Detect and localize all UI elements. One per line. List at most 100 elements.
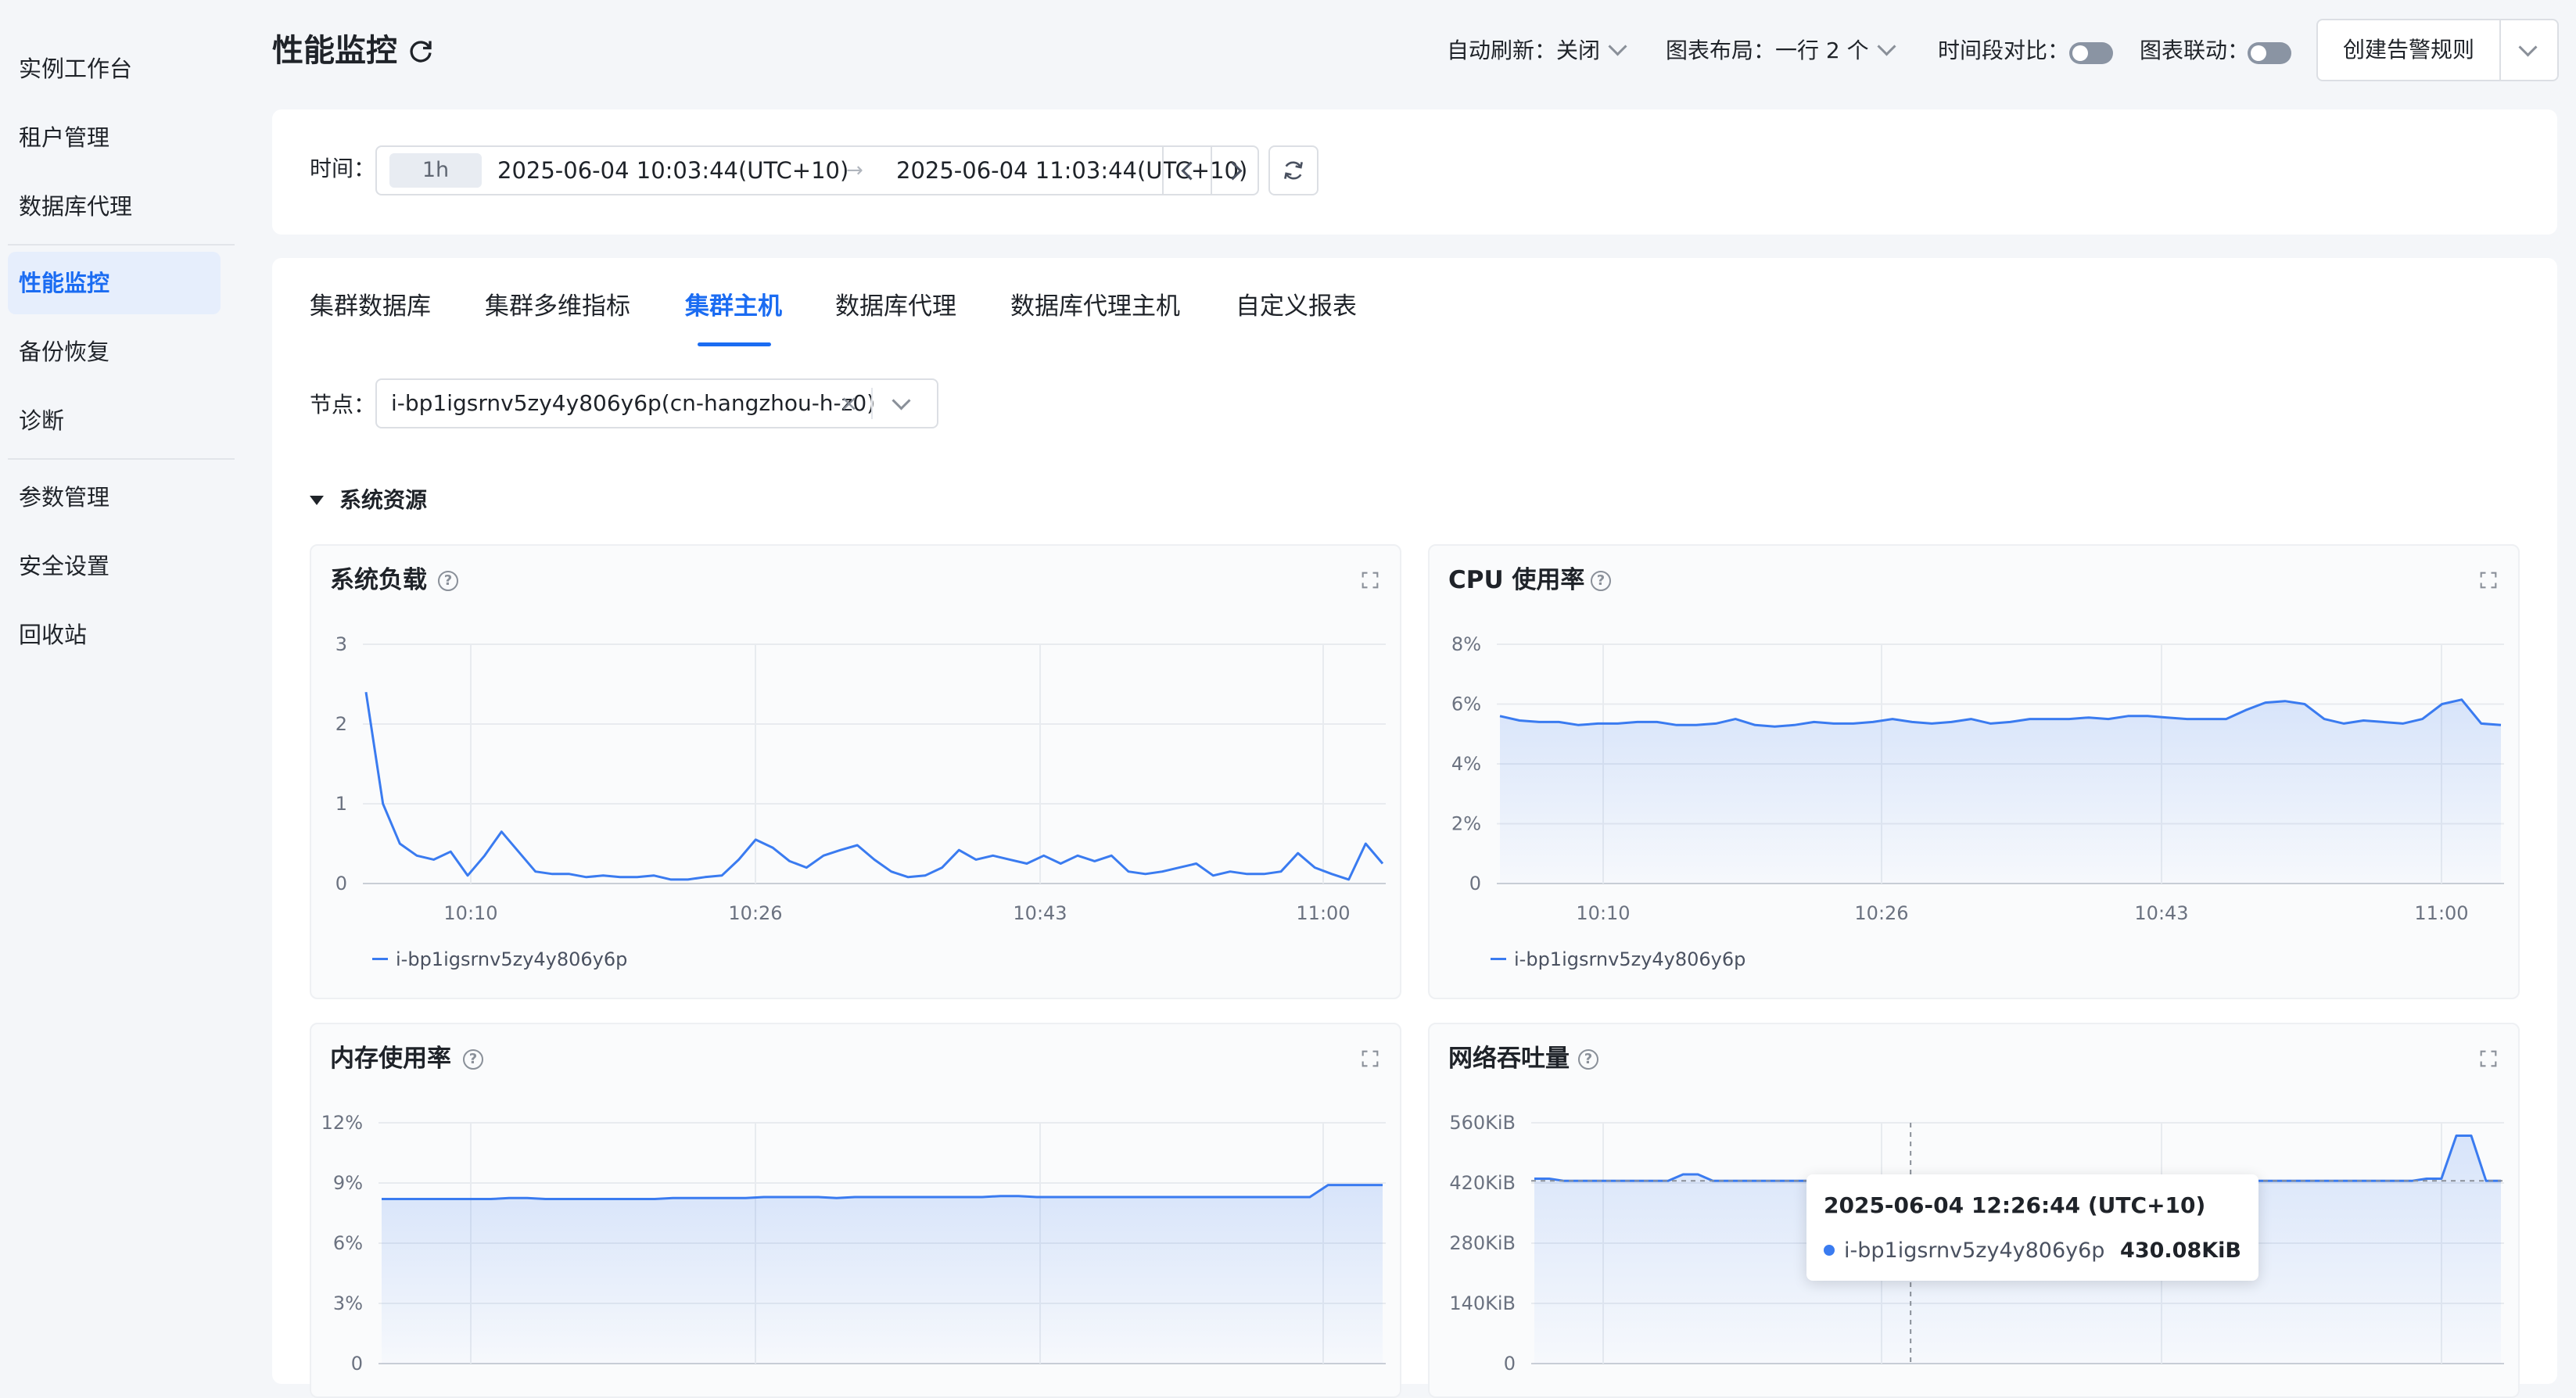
x-tick-label: 10:10 (1576, 902, 1630, 924)
tab-cluster-host[interactable]: 集群主机 (685, 289, 782, 324)
auto-refresh-label: 自动刷新：关闭 (1447, 38, 1601, 63)
y-tick-label: 280KiB (1449, 1232, 1516, 1254)
sidebar-item-parameter-management[interactable]: 参数管理 (8, 466, 221, 529)
tooltip-title: 2025-06-04 12:26:44 (UTC+10) (1824, 1192, 2206, 1218)
legend-label: i-bp1igsrnv5zy4y806y6p (396, 948, 628, 970)
y-tick-label: 2 (335, 713, 347, 735)
tab-database-proxy[interactable]: 数据库代理 (835, 289, 956, 324)
auto-refresh-dropdown[interactable]: 自动刷新：关闭 (1447, 31, 1627, 70)
y-tick-label: 560KiB (1449, 1112, 1516, 1134)
y-tick-label: 0 (1504, 1353, 1516, 1375)
y-tick-label: 8% (1451, 633, 1481, 655)
next-period-button[interactable] (1211, 147, 1259, 194)
y-tick-label: 1 (335, 793, 347, 815)
series-line (382, 1184, 1383, 1200)
chart-layout-dropdown[interactable]: 图表布局：一行 2 个 (1666, 31, 1896, 70)
y-tick-label: 4% (1451, 753, 1481, 775)
sidebar-divider (8, 244, 235, 246)
refresh-icon (1284, 161, 1303, 180)
chart-layout-label: 图表布局：一行 2 个 (1666, 38, 1869, 63)
chevron-down-icon (1877, 37, 1896, 56)
select-divider (871, 388, 873, 419)
chart-plot: 12% 9% 6% 3% 0 (321, 1112, 1386, 1375)
sidebar-item-recycle-bin[interactable]: 回收站 (8, 604, 221, 666)
refresh-button[interactable] (1268, 145, 1318, 195)
sidebar-item-diagnosis[interactable]: 诊断 (8, 389, 221, 452)
x-tick-label: 10:43 (2134, 902, 2188, 924)
x-tick-label: 11:00 (1296, 902, 1350, 924)
chart-plot: 3 2 1 0 10:10 10:26 10:43 11:00 (335, 633, 1386, 924)
series-area (382, 1185, 1383, 1364)
y-tick-label: 2% (1451, 813, 1481, 835)
period-compare-toggle[interactable] (2069, 42, 2113, 64)
node-tag: i-bp1igsrnv5zy4y806y6p(cn-hangzhou-h-z0) (385, 386, 882, 421)
section-title: 系统资源 (339, 487, 428, 513)
chevron-down-icon (1608, 37, 1627, 56)
time-range-panel: 时间： 1h 2025-06-04 10:03:44(UTC+10) → 202… (272, 109, 2557, 235)
create-alert-rule-button[interactable]: 创建告警规则 (2316, 19, 2559, 81)
button-divider (2499, 20, 2501, 80)
legend-item[interactable]: i-bp1igsrnv5zy4y806y6p (372, 948, 627, 971)
y-tick-label: 140KiB (1449, 1292, 1516, 1314)
tab-database-proxy-host[interactable]: 数据库代理主机 (1010, 289, 1180, 324)
chart-link-toggle[interactable] (2248, 42, 2291, 64)
chart-tooltip: 2025-06-04 12:26:44 (UTC+10) i-bp1igsrnv… (1806, 1174, 2258, 1281)
y-tick-label: 3 (335, 633, 347, 655)
caret-down-icon (310, 496, 324, 505)
time-range-picker[interactable]: 1h 2025-06-04 10:03:44(UTC+10) → 2025-06… (375, 145, 1259, 195)
node-label: 节点： (310, 392, 376, 418)
y-tick-label: 9% (333, 1172, 363, 1194)
page-title: 性能监控 (272, 33, 397, 69)
series-dot-icon (1824, 1245, 1835, 1256)
x-tick-label: 10:43 (1013, 902, 1067, 924)
sidebar-item-performance-monitoring[interactable]: 性能监控 (8, 252, 221, 314)
time-start[interactable]: 2025-06-04 10:03:44(UTC+10) (497, 147, 849, 194)
sidebar-item-instance-workbench[interactable]: 实例工作台 (8, 38, 221, 100)
previous-period-button[interactable] (1162, 147, 1211, 194)
sidebar-item-database-proxy[interactable]: 数据库代理 (8, 175, 221, 238)
chevron-left-icon (1181, 161, 1200, 181)
legend-label: i-bp1igsrnv5zy4y806y6p (1514, 948, 1746, 970)
tooltip-value: 430.08KiB (2120, 1238, 2241, 1263)
tab-custom-report[interactable]: 自定义报表 (1236, 289, 1357, 324)
chart-plot: 8% 6% 4% 2% 0 10:10 10:26 10:43 11:00 (1451, 633, 2504, 924)
chevron-down-icon[interactable] (892, 391, 911, 410)
x-tick-label: 10:26 (1854, 902, 1908, 924)
series-area (1500, 699, 2501, 884)
remove-node-icon[interactable]: × (840, 386, 858, 421)
active-tab-indicator (698, 342, 771, 346)
y-tick-label: 3% (333, 1292, 363, 1314)
create-alert-rule-label: 创建告警规则 (2342, 37, 2474, 63)
y-tick-label: 0 (1469, 873, 1481, 894)
y-tick-label: 6% (1451, 694, 1481, 715)
refresh-icon[interactable] (407, 38, 435, 66)
y-tick-label: 12% (321, 1112, 363, 1134)
x-tick-label: 10:26 (728, 902, 782, 924)
time-range-chip[interactable]: 1h (389, 153, 482, 188)
x-tick-label: 11:00 (2414, 902, 2468, 924)
tooltip-series-name: i-bp1igsrnv5zy4y806y6p (1844, 1238, 2105, 1263)
section-system-resources[interactable]: 系统资源 (310, 485, 427, 516)
y-tick-label: 420KiB (1449, 1172, 1516, 1194)
sidebar-item-security-settings[interactable]: 安全设置 (8, 535, 221, 597)
y-tick-label: 6% (333, 1232, 363, 1254)
x-tick-label: 10:10 (443, 902, 497, 924)
arrow-right-icon: → (846, 159, 863, 182)
legend-item[interactable]: i-bp1igsrnv5zy4y806y6p (1491, 948, 1745, 971)
chart-cpu-usage: CPU 使用率 ? 8% 6% 4% 2% 0 10:10 10:26 10:43 11:00 … (1428, 544, 2520, 999)
node-select[interactable]: i-bp1igsrnv5zy4y806y6p(cn-hangzhou-h-z0)… (375, 378, 938, 428)
chart-memory-usage: 内存使用率 ? 12% 9% 6% 3% 0 (310, 1023, 1401, 1398)
sidebar-item-tenant-management[interactable]: 租户管理 (8, 106, 221, 169)
tab-cluster-multidimensional-metrics[interactable]: 集群多维指标 (485, 289, 630, 324)
sidebar-item-backup-restore[interactable]: 备份恢复 (8, 321, 221, 383)
legend-swatch (1491, 957, 1506, 960)
sidebar: 实例工作台 租户管理 数据库代理 性能监控 备份恢复 诊断 参数管理 安全设置 … (0, 0, 241, 1368)
period-compare-label: 时间段对比： (1938, 38, 2070, 63)
y-tick-label: 0 (351, 1353, 363, 1375)
chart-link-label: 图表联动： (2140, 38, 2250, 63)
chevron-right-icon (1223, 161, 1243, 181)
tab-cluster-database[interactable]: 集群数据库 (310, 289, 431, 324)
legend-swatch (372, 957, 388, 960)
chart-system-load: 系统负载 ? 3 2 1 0 10:10 10:26 10:43 11:00 i-bp1igs… (310, 544, 1401, 999)
chevron-down-icon[interactable] (2518, 38, 2538, 57)
